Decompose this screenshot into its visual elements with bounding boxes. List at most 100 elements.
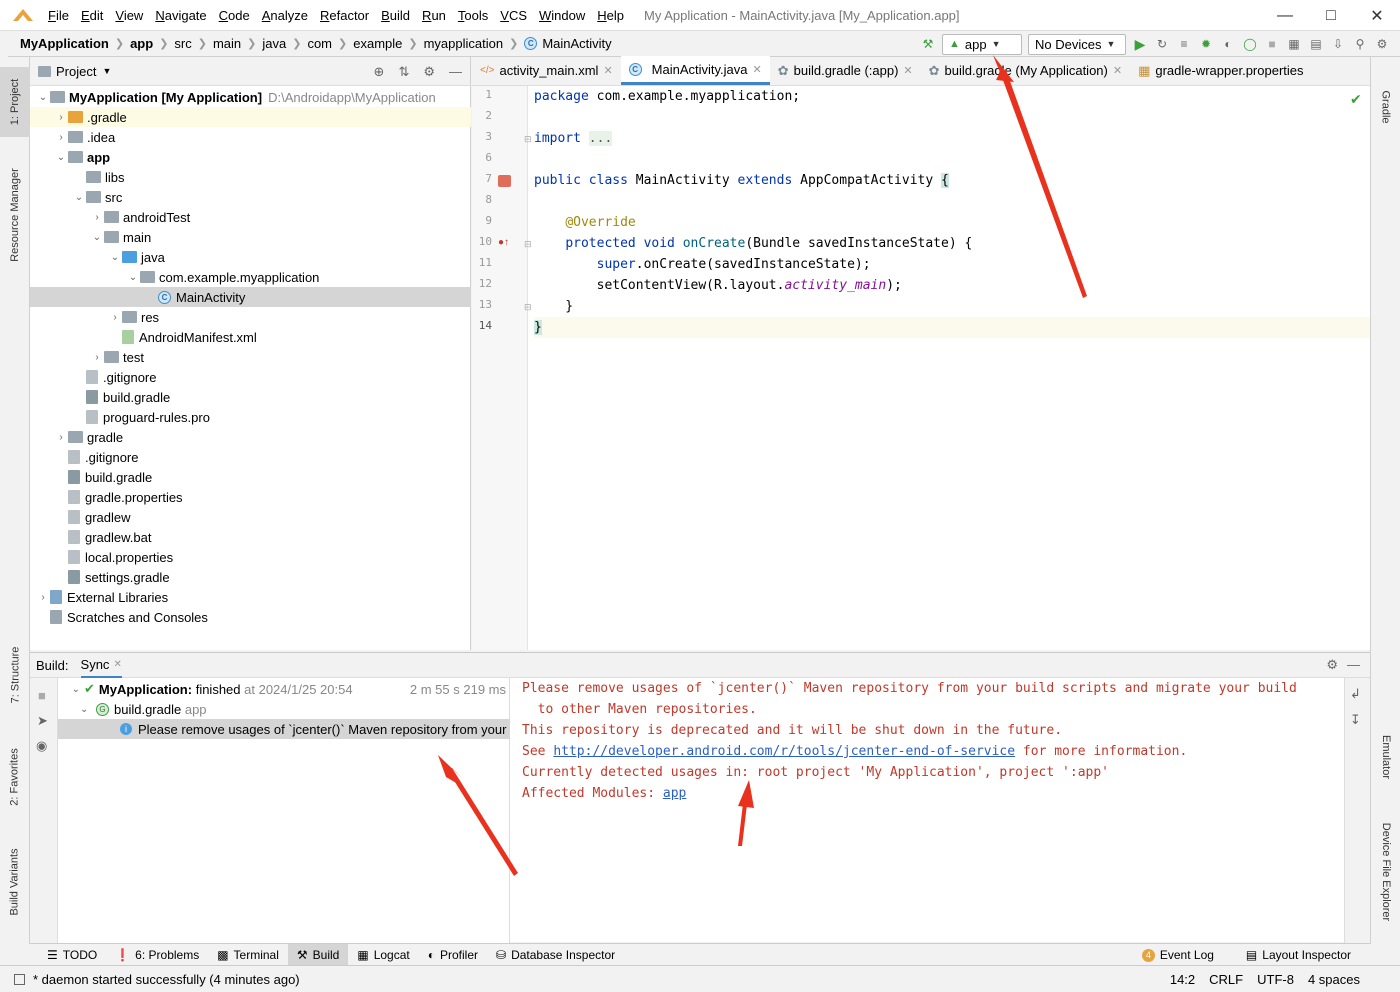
tree-item[interactable]: › External Libraries <box>30 587 471 607</box>
chevron-down-icon[interactable]: ⌄ <box>90 232 104 243</box>
affected-module-link[interactable]: app <box>663 786 686 801</box>
breadcrumb-item[interactable]: myapplication <box>424 36 504 51</box>
tab-device-file-explorer[interactable]: Device File Explorer <box>1371 812 1400 932</box>
tree-item[interactable]: gradlew <box>30 507 471 527</box>
tab-project[interactable]: 1: Project <box>0 67 30 137</box>
tab-favorites[interactable]: 2: Favorites <box>0 737 30 817</box>
tree-item[interactable]: gradle.properties <box>30 487 471 507</box>
tab-emulator[interactable]: Emulator <box>1371 722 1400 792</box>
tab-problems[interactable]: ❗ 6: Problems <box>106 944 208 966</box>
tree-item[interactable]: .gitignore <box>30 367 471 387</box>
jcenter-info-link[interactable]: http://developer.android.com/r/tools/jce… <box>553 744 1015 759</box>
menu-build[interactable]: Build <box>375 0 416 31</box>
menu-help[interactable]: Help <box>591 0 630 31</box>
chevron-down-icon[interactable]: ⌄ <box>108 252 122 263</box>
run-config-dropdown[interactable]: ▲ app ▼ <box>942 33 1022 55</box>
indent-setting[interactable]: 4 spaces <box>1308 972 1360 987</box>
soft-wrap-icon[interactable]: ↲ <box>1350 686 1361 702</box>
locate-icon[interactable]: ⊕ <box>374 64 385 80</box>
debug-icon[interactable]: ✹ <box>1198 36 1214 52</box>
tree-item[interactable]: libs <box>30 167 471 187</box>
stop-icon[interactable]: ■ <box>38 688 46 703</box>
tab-build[interactable]: ⚒ Build <box>287 943 349 966</box>
settings-icon[interactable]: ⚙ <box>1374 36 1390 52</box>
breadcrumb-item[interactable]: MyApplication <box>20 36 109 51</box>
apply-code-changes-icon[interactable]: ≡ <box>1176 36 1192 52</box>
tab-database-inspector[interactable]: ⛁ Database Inspector <box>487 944 624 966</box>
menu-file[interactable]: File <box>42 0 75 31</box>
tree-item[interactable]: ⌄ MyApplication [My Application] D:\Androi… <box>30 87 471 107</box>
sdk-manager-icon[interactable]: ⇩ <box>1330 36 1346 52</box>
tree-item[interactable]: › gradle <box>30 427 471 447</box>
menu-analyze[interactable]: Analyze <box>256 0 314 31</box>
chevron-down-icon[interactable]: ⌄ <box>80 704 96 715</box>
tab-profiler[interactable]: ◐ Profiler <box>419 944 487 966</box>
tab-mainactivity-java[interactable]: C MainActivity.java ✕ <box>620 56 770 85</box>
chevron-down-icon[interactable]: ⌄ <box>72 192 86 203</box>
build-output[interactable]: Please remove usages of `jcenter()` Mave… <box>522 678 1352 943</box>
minimize-button[interactable]: — <box>1262 0 1308 31</box>
menu-code[interactable]: Code <box>213 0 256 31</box>
tab-logcat[interactable]: ▦ Logcat <box>348 944 418 966</box>
tab-build-gradle-project[interactable]: ✿ build.gradle (My Application) ✕ <box>921 56 1130 85</box>
tab-resource-manager[interactable]: Resource Manager <box>0 152 30 277</box>
tab-gradle[interactable]: Gradle <box>1371 77 1400 137</box>
tree-item[interactable]: ⌄ main <box>30 227 471 247</box>
menu-tools[interactable]: Tools <box>452 0 494 31</box>
close-icon[interactable]: ✕ <box>903 64 912 77</box>
menu-vcs[interactable]: VCS <box>494 0 533 31</box>
tab-terminal[interactable]: ▩ Terminal <box>208 944 288 966</box>
override-gutter-icon[interactable]: ●↑ <box>498 237 509 248</box>
tree-item[interactable]: › .idea <box>30 127 471 147</box>
build-tree-row[interactable]: i Please remove usages of `jcenter()` Ma… <box>58 719 510 739</box>
sync-gradle-icon[interactable]: ▦ <box>1286 36 1302 52</box>
chevron-down-icon[interactable]: ⌄ <box>54 152 68 163</box>
chevron-right-icon[interactable]: › <box>54 112 68 123</box>
breadcrumb-item[interactable]: com <box>307 36 332 51</box>
file-encoding[interactable]: UTF-8 <box>1257 972 1294 987</box>
caret-position[interactable]: 14:2 <box>1170 972 1195 987</box>
chevron-right-icon[interactable]: › <box>54 132 68 143</box>
close-icon[interactable]: ✕ <box>753 63 762 76</box>
project-view-selector[interactable]: Project <box>56 64 96 79</box>
tree-item[interactable]: build.gradle <box>30 467 471 487</box>
search-icon[interactable]: ⚲ <box>1352 36 1368 52</box>
menu-window[interactable]: Window <box>533 0 591 31</box>
gear-icon[interactable]: ⚙ <box>1326 657 1338 673</box>
chevron-right-icon[interactable]: › <box>36 592 50 603</box>
tab-event-log[interactable]: 4 Event Log <box>1133 944 1223 966</box>
close-icon[interactable]: ✕ <box>1113 64 1122 77</box>
chevron-down-icon[interactable]: ⌄ <box>58 684 80 695</box>
attach-debugger-icon[interactable]: ◯ <box>1242 36 1258 52</box>
tree-item[interactable]: settings.gradle <box>30 567 471 587</box>
hide-icon[interactable]: — <box>1347 657 1360 672</box>
chevron-right-icon[interactable]: › <box>90 352 104 363</box>
chevron-down-icon[interactable]: ▼ <box>102 66 111 76</box>
tree-item[interactable]: › androidTest <box>30 207 471 227</box>
tree-item[interactable]: › test <box>30 347 471 367</box>
chevron-right-icon[interactable]: › <box>108 312 122 323</box>
scroll-to-end-icon[interactable]: ↧ <box>1350 712 1361 728</box>
toggle-tool-windows-icon[interactable] <box>14 973 25 985</box>
avd-manager-icon[interactable]: ▤ <box>1308 36 1324 52</box>
code-area[interactable]: package com.example.myapplication; impor… <box>534 86 1370 650</box>
tree-item[interactable]: › res <box>30 307 471 327</box>
tree-item[interactable]: › .gradle <box>30 107 471 127</box>
tab-structure[interactable]: 7: Structure <box>0 635 30 715</box>
tab-layout-inspector[interactable]: ▤ Layout Inspector <box>1237 944 1360 966</box>
tree-item[interactable]: gradlew.bat <box>30 527 471 547</box>
close-button[interactable]: ✕ <box>1354 0 1400 31</box>
apply-changes-icon[interactable]: ↻ <box>1154 36 1170 52</box>
close-icon[interactable]: ✕ <box>603 64 612 77</box>
tree-item[interactable]: .gitignore <box>30 447 471 467</box>
profile-icon[interactable]: ◐ <box>1220 36 1236 52</box>
tab-activity-main-xml[interactable]: </> activity_main.xml ✕ <box>472 56 621 85</box>
breadcrumb-item[interactable]: main <box>213 36 241 51</box>
build-tree-row[interactable]: ⌄ ✔ MyApplication: finished at 2024/1/25… <box>58 679 510 699</box>
eye-icon[interactable]: ◉ <box>36 738 47 754</box>
chevron-down-icon[interactable]: ⌄ <box>126 272 140 283</box>
stop-icon[interactable]: ■ <box>1264 36 1280 52</box>
breadcrumb-item[interactable]: app <box>130 36 153 51</box>
tab-build-variants[interactable]: Build Variants <box>0 837 30 927</box>
chevron-right-icon[interactable]: › <box>54 432 68 443</box>
